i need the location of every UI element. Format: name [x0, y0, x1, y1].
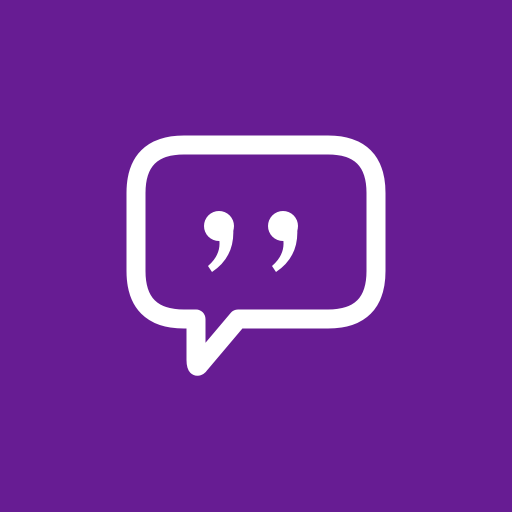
app-icon — [0, 0, 512, 512]
quote-speech-bubble-icon — [0, 0, 512, 512]
icon-background — [0, 0, 512, 512]
